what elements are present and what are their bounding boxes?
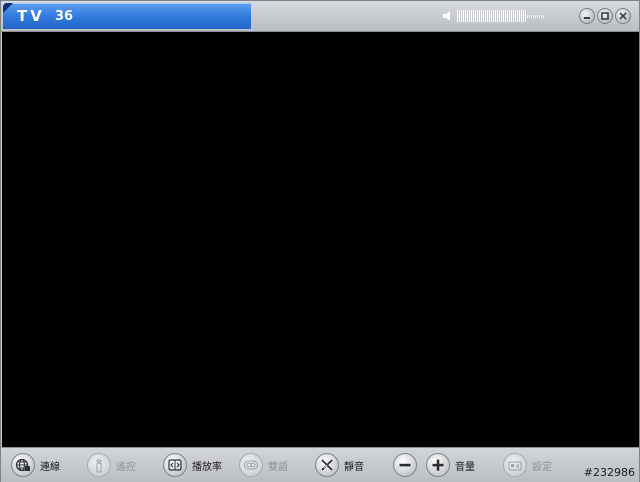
volume-tick: [487, 10, 488, 22]
volume-tick: [463, 10, 464, 22]
volume-tick: [537, 14, 538, 18]
volume-tick: [477, 10, 478, 22]
remote-icon: [95, 459, 103, 473]
maximize-icon: [601, 12, 609, 20]
volume-tick: [473, 10, 474, 22]
volume-tick: [531, 14, 532, 18]
rate-icon: [168, 459, 182, 471]
volume-up-button[interactable]: 音量: [426, 452, 475, 478]
volume-tick: [485, 10, 486, 22]
plus-icon: [432, 459, 444, 471]
video-display[interactable]: [2, 32, 639, 447]
close-button[interactable]: [615, 8, 631, 24]
minimize-button[interactable]: [579, 8, 595, 24]
minimize-icon: [584, 17, 590, 19]
volume-tick: [543, 14, 544, 18]
volume-tick: [517, 10, 518, 22]
volume-tick: [541, 14, 542, 18]
settings-button-circle: [503, 453, 527, 477]
speaker-icon: [443, 11, 450, 21]
globe-icon: [15, 458, 30, 472]
volume-tick: [509, 10, 510, 22]
close-icon: [619, 12, 627, 20]
volume-tick: [479, 10, 480, 22]
volume-tick: [515, 10, 516, 22]
mode-label: TV: [17, 7, 45, 25]
volume-tick: [469, 10, 470, 22]
watermark-text: #232986: [583, 466, 635, 479]
mute-icon: [321, 459, 333, 471]
remote-button-circle: [87, 453, 111, 477]
rate-label: 播放率: [192, 461, 222, 473]
volume-tick: [461, 10, 462, 22]
volume-tick: [467, 10, 468, 22]
volume-tick: [483, 10, 484, 22]
volume-tick: [459, 10, 460, 22]
connect-label: 連線: [40, 461, 60, 473]
volume-label: 音量: [455, 461, 475, 473]
control-bar: 連線 遙控 播放率 雙語 靜音 音量 設定: [1, 447, 639, 482]
volume-tick: [491, 10, 492, 22]
dual-audio-label: 雙語: [268, 461, 288, 473]
volume-tick: [507, 10, 508, 22]
volume-tick: [471, 10, 472, 22]
volume-tick: [465, 10, 466, 22]
minus-icon: [399, 463, 411, 467]
volume-tick: [539, 14, 540, 18]
connect-button[interactable]: 連線: [11, 452, 60, 478]
volume-slider[interactable]: [457, 10, 547, 22]
dual-audio-button[interactable]: 雙語: [239, 452, 288, 478]
remote-button[interactable]: 遙控: [87, 452, 136, 478]
remote-label: 遙控: [116, 461, 136, 473]
volume-tick: [493, 10, 494, 22]
tv-player-window: TV 36 連線 遙控 播放率 雙語 靜音 音量 設定 #232986: [0, 0, 640, 482]
volume-tick: [505, 10, 506, 22]
volume-tick: [513, 10, 514, 22]
volume-tick: [521, 10, 522, 22]
volume-down-button-circle: [393, 453, 417, 477]
dual-audio-button-circle: [239, 453, 263, 477]
volume-tick: [503, 10, 504, 22]
volume-tick: [475, 10, 476, 22]
volume-tick: [457, 10, 458, 22]
volume-tick: [527, 14, 528, 18]
volume-tick: [511, 10, 512, 22]
volume-tick: [525, 10, 526, 22]
volume-tick: [499, 10, 500, 22]
settings-label: 設定: [532, 461, 552, 473]
mute-button[interactable]: 靜音: [315, 452, 364, 478]
channel-number: 36: [55, 9, 74, 24]
volume-tick: [519, 10, 520, 22]
rate-button[interactable]: 播放率: [163, 452, 222, 478]
settings-icon: [508, 461, 522, 471]
volume-tick: [481, 10, 482, 22]
maximize-button[interactable]: [597, 8, 613, 24]
volume-tick: [535, 14, 536, 18]
volume-up-button-circle: [426, 453, 450, 477]
dual-audio-icon: [244, 460, 258, 470]
mute-label: 靜音: [344, 461, 364, 473]
rate-button-circle: [163, 453, 187, 477]
mute-button-circle: [315, 453, 339, 477]
volume-tick: [523, 10, 524, 22]
settings-button[interactable]: 設定: [503, 452, 552, 478]
title-bar[interactable]: TV 36: [1, 1, 639, 32]
connect-button-circle: [11, 453, 35, 477]
volume-tick: [497, 10, 498, 22]
volume-tick: [533, 14, 534, 18]
volume-tick: [495, 10, 496, 22]
channel-panel: TV 36: [3, 3, 251, 29]
volume-tick: [501, 10, 502, 22]
volume-down-button[interactable]: [393, 452, 417, 478]
volume-tick: [529, 14, 530, 18]
volume-tick: [489, 10, 490, 22]
